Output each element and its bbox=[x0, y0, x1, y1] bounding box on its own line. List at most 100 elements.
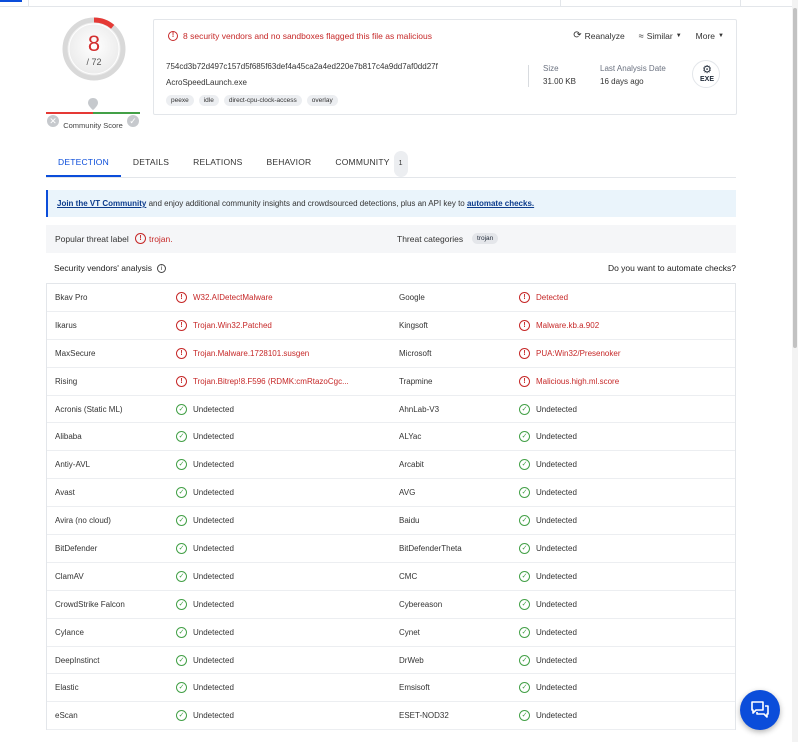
vote-harmful-icon[interactable]: ✕ bbox=[47, 115, 59, 127]
vendor-result: ✓ Undetected bbox=[176, 543, 234, 555]
tab-label: BEHAVIOR bbox=[266, 157, 312, 167]
vendor-result: ✓ Undetected bbox=[176, 710, 234, 722]
vendor-result: ✓ Undetected bbox=[176, 598, 234, 610]
vendor-result-text: Undetected bbox=[193, 460, 234, 470]
vendors-title-text: Security vendors' analysis bbox=[54, 263, 152, 273]
tab-behavior[interactable]: BEHAVIOR bbox=[254, 150, 323, 177]
community-score: ✕ Community Score ✓ bbox=[46, 96, 140, 132]
vendor-name: ALYac bbox=[399, 432, 422, 442]
alert-icon: ! bbox=[176, 319, 187, 331]
vendors-section-title: Security vendors' analysis i bbox=[54, 263, 166, 273]
vendor-name: Ikarus bbox=[55, 320, 77, 330]
vendor-result-text: Undetected bbox=[193, 655, 234, 665]
vendor-result-text: Undetected bbox=[536, 544, 577, 554]
check-circle-icon: ✓ bbox=[519, 570, 530, 582]
check-circle-icon: ✓ bbox=[176, 710, 187, 722]
vendor-result-text: Undetected bbox=[193, 516, 234, 526]
vendor-name: BitDefenderTheta bbox=[399, 544, 462, 554]
table-row: ClamAV ✓ Undetected CMC ✓ Undetected bbox=[47, 563, 735, 591]
vendor-name: eScan bbox=[55, 711, 78, 721]
chevron-down-icon: ▼ bbox=[675, 32, 682, 39]
table-row: MaxSecure! Trojan.Malware.1728101.susgen M… bbox=[47, 340, 735, 368]
vendor-result-text[interactable]: W32.AIDetectMalware bbox=[193, 293, 273, 302]
chat-icon bbox=[751, 701, 769, 718]
check-circle-icon: ✓ bbox=[176, 598, 187, 610]
vendor-result-text: Undetected bbox=[536, 683, 577, 693]
tab-label: COMMUNITY bbox=[335, 157, 390, 167]
join-community-link[interactable]: Join the VT Community bbox=[57, 199, 146, 208]
detection-alert: ! 8 security vendors and no sandboxes fl… bbox=[168, 31, 432, 41]
vendor-result-text: Undetected bbox=[536, 516, 577, 526]
file-tag[interactable]: peexe bbox=[166, 95, 194, 106]
file-summary-card: ! 8 security vendors and no sandboxes fl… bbox=[153, 19, 737, 115]
page-scrollbar[interactable] bbox=[792, 0, 798, 742]
vendor-result: ✓ Undetected bbox=[176, 459, 234, 471]
similar-button[interactable]: ≈ Similar ▼ bbox=[639, 30, 682, 41]
vendor-result: ✓ Undetected bbox=[519, 710, 577, 722]
community-score-bar-positive bbox=[93, 112, 140, 114]
table-row: Alibaba ✓ Undetected ALYac ✓ Undetected bbox=[47, 423, 735, 452]
vote-harmless-icon[interactable]: ✓ bbox=[127, 115, 139, 127]
tab-community[interactable]: COMMUNITY 1 bbox=[323, 150, 419, 177]
automate-checks-link[interactable]: automate checks. bbox=[467, 199, 534, 208]
vendor-result-text[interactable]: Malicious.high.ml.score bbox=[536, 377, 619, 386]
vendor-name: AVG bbox=[399, 488, 416, 498]
vendor-result-text: Undetected bbox=[193, 599, 234, 609]
info-icon[interactable]: i bbox=[157, 263, 166, 273]
tab-detection[interactable]: DETECTION bbox=[46, 150, 121, 177]
detection-score-gauge: 8 / 72 bbox=[62, 17, 126, 81]
table-row: Avira (no cloud) ✓ Undetected Baidu ✓ Undetec… bbox=[47, 507, 735, 536]
check-circle-icon: ✓ bbox=[176, 487, 187, 499]
tab-details[interactable]: DETAILS bbox=[121, 150, 181, 177]
alert-icon: ! bbox=[519, 375, 530, 387]
vendor-result: ✓ Undetected bbox=[176, 626, 234, 638]
scrollbar-thumb[interactable] bbox=[793, 8, 797, 348]
vendor-result-text[interactable]: Trojan.Malware.1728101.susgen bbox=[193, 349, 309, 358]
vendor-name: MaxSecure bbox=[55, 348, 96, 358]
check-circle-icon: ✓ bbox=[519, 459, 530, 471]
check-circle-icon: ✓ bbox=[176, 459, 187, 471]
reanalyze-button[interactable]: ⟳ Reanalyze bbox=[573, 30, 625, 41]
last-analysis-label: Last Analysis Date bbox=[600, 64, 666, 73]
vendor-result: ! W32.AIDetectMalware bbox=[176, 292, 273, 303]
vendor-result: ✓ Undetected bbox=[519, 431, 577, 443]
check-circle-icon: ✓ bbox=[519, 403, 530, 415]
threat-category-tag[interactable]: trojan bbox=[472, 233, 499, 244]
table-row: CrowdStrike Falcon ✓ Undetected Cybereason ✓… bbox=[47, 591, 735, 619]
vendor-result-text[interactable]: Trojan.Win32.Patched bbox=[193, 321, 272, 330]
community-banner: Join the VT Community and enjoy addition… bbox=[46, 190, 736, 217]
vendor-result-text: Undetected bbox=[536, 488, 577, 498]
alert-icon: ! bbox=[135, 233, 146, 244]
vendor-result-text[interactable]: Malware.kb.a.902 bbox=[536, 321, 599, 330]
vendor-result: ✓ Undetected bbox=[176, 515, 234, 527]
chat-support-button[interactable] bbox=[740, 690, 780, 730]
file-tag[interactable]: direct-cpu-clock-access bbox=[223, 95, 302, 106]
file-size-value: 31.00 KB bbox=[543, 77, 576, 86]
nav-divider bbox=[740, 0, 741, 7]
gear-icon: ⚙ bbox=[702, 64, 712, 76]
chevron-down-icon: ▼ bbox=[718, 32, 724, 39]
file-tag[interactable]: overlay bbox=[306, 95, 338, 106]
vendor-result-text[interactable]: PUA:Win32/Presenoker bbox=[536, 349, 620, 358]
vendor-name: Elastic bbox=[55, 683, 79, 693]
more-button[interactable]: More ▼ bbox=[696, 30, 724, 41]
vendor-result: ✓ Undetected bbox=[519, 626, 577, 638]
table-row: Acronis (Static ML) ✓ Undetected AhnLab-V3 ✓… bbox=[47, 396, 735, 424]
vendor-name: Rising bbox=[55, 376, 78, 386]
table-row: eScan ✓ Undetected ESET-NOD32 ✓ Undetected bbox=[47, 702, 735, 731]
threat-categories-key: Threat categories bbox=[397, 234, 464, 244]
file-tag[interactable]: idle bbox=[198, 95, 219, 106]
tab-relations[interactable]: RELATIONS bbox=[181, 150, 254, 177]
vendor-result-text[interactable]: Detected bbox=[536, 293, 568, 302]
check-circle-icon: ✓ bbox=[519, 654, 530, 666]
vendor-result: ✓ Undetected bbox=[519, 487, 577, 499]
file-size: Size 31.00 KB bbox=[543, 64, 576, 86]
check-circle-icon: ✓ bbox=[519, 626, 530, 638]
tab-count-badge: 1 bbox=[393, 151, 408, 177]
more-label: More bbox=[695, 30, 716, 41]
vendor-result: ! Malware.kb.a.902 bbox=[519, 319, 599, 331]
vendor-result-text[interactable]: Trojan.Bitrep!8.F596 (RDMK:cmRtazoCgc... bbox=[193, 377, 349, 386]
similar-label: Similar bbox=[646, 30, 673, 41]
file-hash[interactable]: 754cd3b72d497c157d5f685f63def4a45ca2a4ed… bbox=[166, 62, 438, 71]
similar-icon: ≈ bbox=[638, 30, 644, 41]
